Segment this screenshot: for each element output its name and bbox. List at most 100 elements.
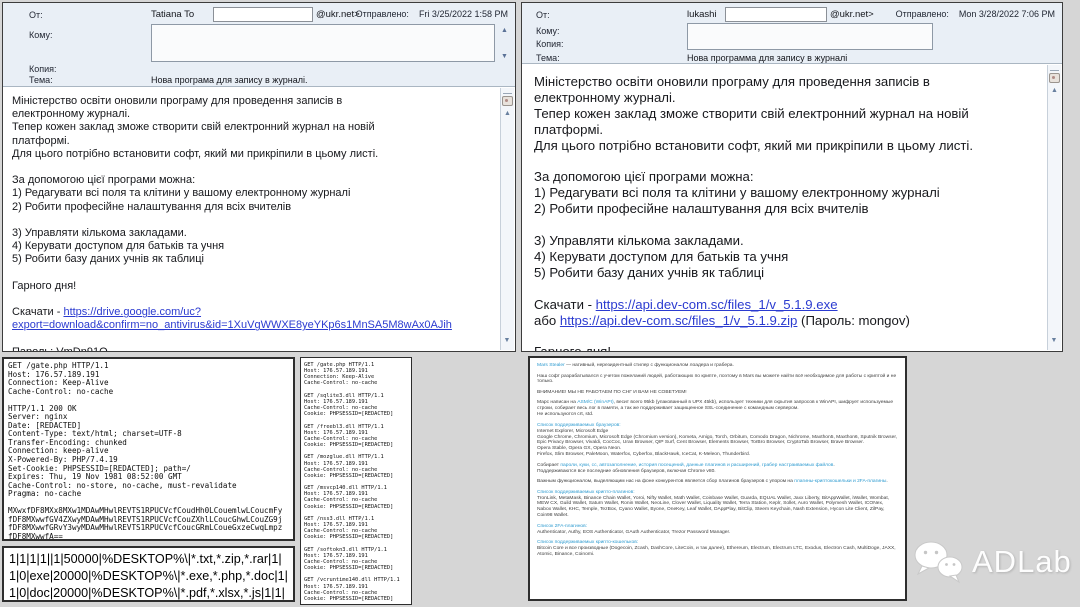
scroll-up-button[interactable]: ▲ [1049,85,1061,97]
subject-label: Тема: [29,75,53,85]
doc-paragraph: Не используются crt, std. [537,412,898,418]
body-line: 2) Робити професійне налаштування для вс… [534,201,1043,217]
text-segment: платформі. [534,122,603,137]
text-segment: За допомогою цієї програми можна: [534,169,754,184]
body-line [12,333,496,346]
text-segment: Важным функционалом, выделяющим нас на ф… [537,479,794,484]
sent-label: Отправлено: [356,9,409,19]
body-line: 1) Редагувати всі поля та клітини у вашо… [12,187,496,200]
body-line: 4) Керувати доступом для батьків та учня [534,249,1043,265]
subject-label: Тема: [536,53,560,63]
body-line: платформі. [534,122,1043,138]
hyperlink[interactable]: https://drive.google.com/uc? [63,306,201,318]
from-domain: @ukr.net> [830,9,874,20]
text-segment: 4) Керувати доступом для батьків та учня [12,240,224,252]
doc-paragraph: Authenticator, Authy, EOS Authenticator,… [537,530,898,536]
email-screenshot-1: От: Tatiana To @ukr.net> Отправлено:Fri … [2,2,516,352]
reading-pane-icon [1049,73,1060,83]
text-segment: Список поддерживаемых крипто-плагинов: [537,490,635,495]
body-line: 1) Редагувати всі поля та клітини у вашо… [534,185,1043,201]
hyperlink[interactable]: export=download&confirm=no_antivirus&id=… [12,319,452,331]
text-segment: Для цього потрібно встановити софт, який… [534,138,973,153]
body-line: Для цього потрібно встановити софт, який… [12,148,496,161]
text-segment: 5) Робити базу даних учнів як таблиці [534,265,764,280]
to-label: Кому: [536,26,560,36]
email2-header: От: lukashi @ukr.net> Отправлено:Mon 3/2… [522,3,1062,64]
text-segment: ВНИМАНИЕ! МЫ НЕ РАБОТАЕМ ПО СНГ И ВАМ НЕ… [537,390,687,395]
text-segment: Не используются crt, std. [537,412,593,417]
hyperlink[interactable]: плагины-криптокошельки и 2FA-плагины [794,479,886,484]
http-capture-gate-response: GET /gate.php HTTP/1.1 Host: 176.57.189.… [2,357,295,541]
splitter-handle[interactable] [503,90,512,94]
body-line [12,267,496,280]
body-line [534,281,1043,297]
body-line: Скачати - https://drive.google.com/uc? [12,306,496,319]
text-segment: Firefox, Slim Browser, PaleMoon, Waterfo… [537,452,750,457]
body-line: За допомогою цієї програми можна: [534,169,1043,185]
text-segment: Марс написан на [537,400,577,405]
doc-paragraph: Mars Stealer — нативный, нерезидентный с… [537,363,898,369]
text-segment: (Пароль: mongov) [797,313,909,328]
text-segment: За допомогою цієї програми можна: [12,174,195,186]
text-segment: Список поддерживаемых крипто-кошельков: [537,540,638,545]
text-segment: 3) Управляти кількома закладами. [12,227,187,239]
text-segment: Authenticator, Authy, EOS Authenticator,… [537,530,730,535]
doc-paragraph: ВНИМАНИЕ! МЫ НЕ РАБОТАЕМ ПО СНГ И ВАМ НЕ… [537,390,898,396]
scroll-up-button[interactable]: ▲ [502,108,514,120]
text-segment: Поддерживаются все последние обновления … [537,469,716,474]
text-segment: Список поддерживаемых браузеров: [537,423,621,428]
doc-paragraph: Наш софт разрабатывался с учетом пожелан… [537,374,898,386]
body-line: 2) Робити професійне налаштування для вс… [12,201,496,214]
text-segment: TronLink, MetaMask, Binance Chain Wallet… [537,496,889,519]
text-segment: Bitcoin Core и все производные (Dogecoin… [537,546,896,557]
doc-paragraph: Firefox, Slim Browser, PaleMoon, Waterfo… [537,452,898,458]
hyperlink[interactable]: https://api.dev-com.sc/files_1/v_5.1.9.e… [596,297,838,312]
body-line: 3) Управляти кількома закладами. [12,227,496,240]
sent-date: Fri 3/25/2022 1:58 PM [419,9,508,19]
body-line: електронному журналі. [534,90,1043,106]
to-field[interactable] [687,23,933,50]
hyperlink[interactable]: пароли, куки, cc, автозаполнение, истори… [560,463,833,468]
text-segment: 1) Редагувати всі поля та клітини у вашо… [534,185,940,200]
mars-stealer-ad-document: Mars Stealer — нативный, нерезидентный с… [528,356,907,601]
body-line: Пароль: VmDn91O [12,346,496,351]
email2-scrollbar[interactable]: ▲ ▼ [1047,65,1061,350]
to-field[interactable] [151,24,495,62]
doc-paragraph: Марс написан на ASM/C (WinAPI), весит вс… [537,400,898,412]
text-segment: Наш софт разрабатывался с учетом пожелан… [537,374,896,385]
body-line: Міністерство освіти оновили програму для… [12,95,496,108]
body-line: За допомогою цієї програми можна: [12,174,496,187]
email1-scrollbar[interactable]: ▲ ▼ [500,88,514,350]
body-line: Міністерство освіти оновили програму для… [534,74,1043,90]
subject-value: Нова програма для запису в журналі. [151,75,308,85]
text-segment: Собирает [537,463,560,468]
doc-paragraph: Поддерживаются все последние обновления … [537,469,898,475]
reading-pane-icon [502,96,513,106]
hyperlink[interactable]: Mars Stealer [537,363,565,368]
body-line [534,328,1043,344]
text-segment: 2) Робити професійне налаштування для вс… [534,201,869,216]
cc-label: Копия: [29,64,57,74]
text-segment: Список 2FA-плагинов: [537,524,587,529]
text-segment: Internet Explorer, Microsoft Edge [537,429,608,434]
body-line [534,217,1043,233]
scroll-down-button[interactable]: ▼ [1048,335,1060,347]
hyperlink[interactable]: https://api.dev-com.sc/files_1/v_5.1.9.z… [560,313,798,328]
text-segment: — нативный, нерезидентный стилер с функц… [565,363,734,368]
redacted-sender-box [725,7,827,22]
field-scroll-down-icon[interactable]: ▼ [501,53,508,60]
http-capture-dll-requests: GET /gate.php HTTP/1.1 Host: 176.57.189.… [300,357,412,605]
body-line: 3) Управляти кількома закладами. [534,233,1043,249]
field-scroll-up-icon[interactable]: ▲ [501,27,508,34]
text-segment: . [886,479,887,484]
body-line: Скачати - https://api.dev-com.sc/files_1… [534,297,1043,313]
scroll-down-button[interactable]: ▼ [501,335,513,347]
hyperlink[interactable]: ASM/C (WinAPI) [577,400,613,405]
wechat-logo-icon [912,540,964,584]
text-segment: Гарного дня! [12,280,76,292]
watermark-text: ADLab [972,544,1072,580]
body-line: платформі. [12,135,496,148]
splitter-handle[interactable] [1050,67,1059,71]
sent-group: Отправлено:Mon 3/28/2022 7:06 PM [896,9,1055,19]
text-segment: або [534,313,560,328]
